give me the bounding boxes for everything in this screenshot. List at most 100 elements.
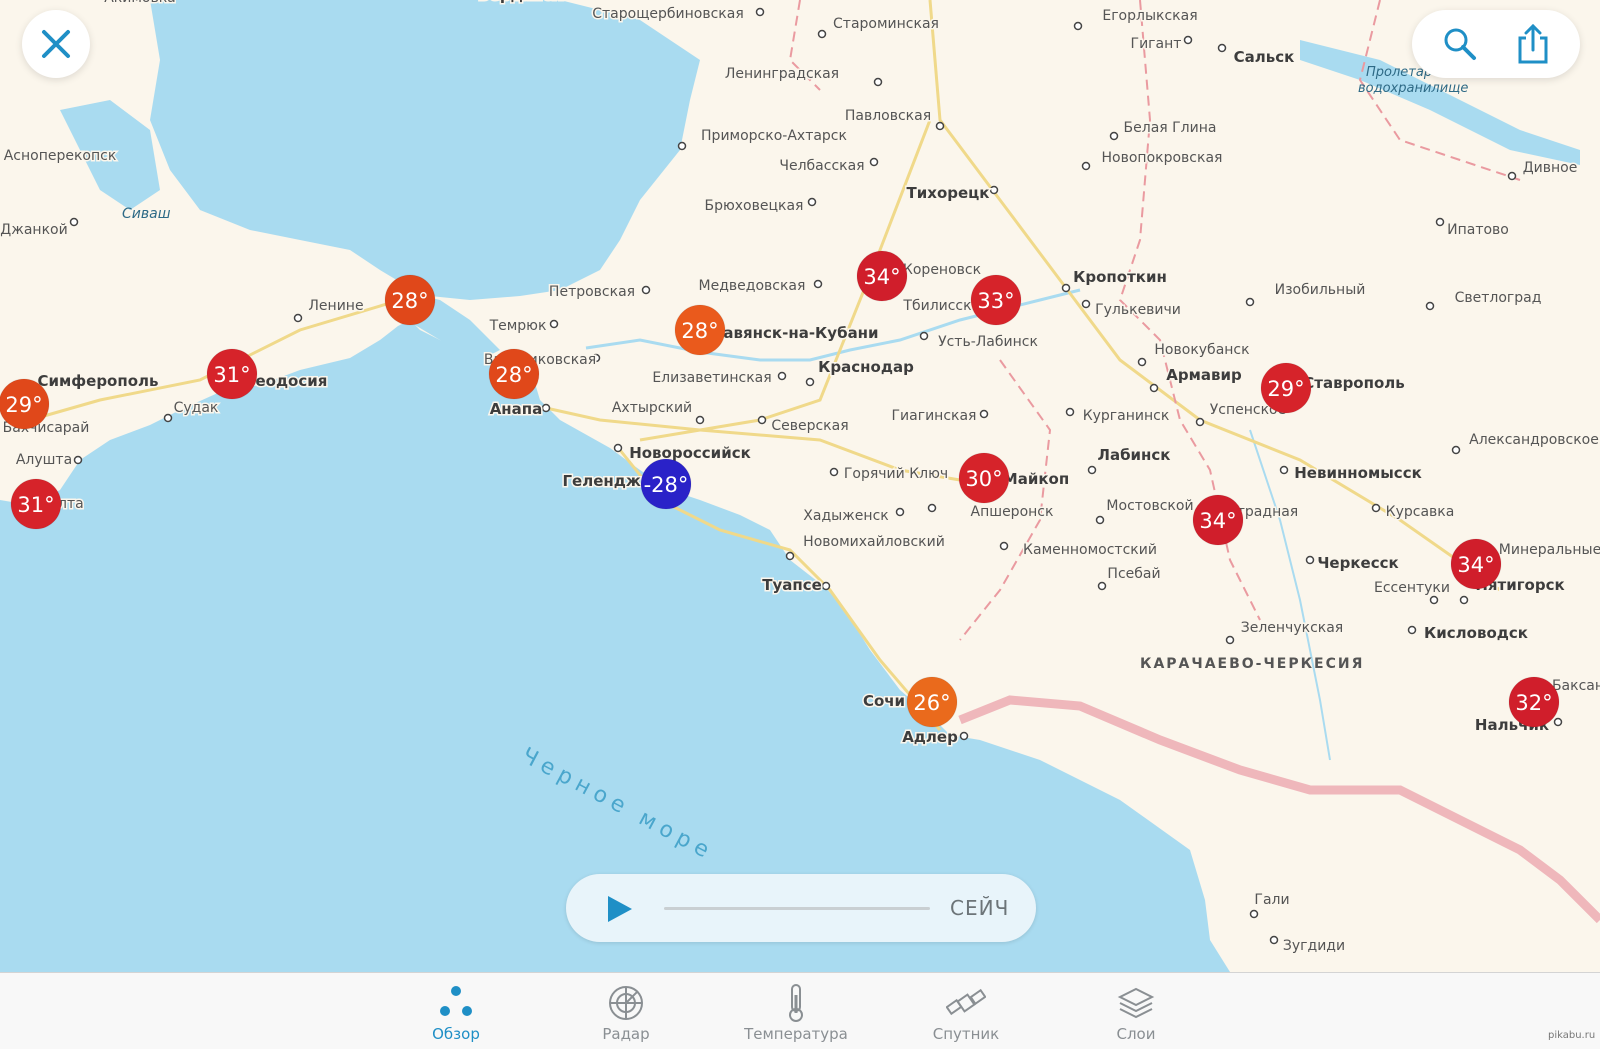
temperature-marker[interactable]: 26° (906, 676, 958, 728)
place-label: Белая Глина (1124, 120, 1217, 136)
place-label: Адлер (902, 728, 958, 746)
place-dot (641, 285, 651, 295)
temperature-marker[interactable]: 28° (488, 348, 540, 400)
close-button[interactable] (22, 10, 90, 78)
place-label: Приморско-Ахтарск (701, 128, 847, 144)
place-label: Сочи (863, 692, 905, 710)
place-label: Акимовка (104, 0, 176, 6)
temperature-marker-label: 32° (1515, 691, 1552, 715)
place-label: Северская (771, 418, 848, 434)
place-dot (613, 443, 623, 453)
place-label: Тихорецк (907, 184, 990, 202)
place-dot (1269, 935, 1279, 945)
place-label: Гали (1254, 892, 1289, 908)
place-label: Ессентуки (1374, 580, 1450, 596)
temperature-marker[interactable]: 34° (1192, 494, 1244, 546)
place-dot (817, 29, 827, 39)
place-dot (895, 507, 905, 517)
share-button[interactable] (1508, 20, 1558, 70)
place-label: Петровская (549, 284, 635, 300)
place-dot (73, 455, 83, 465)
tab-layers[interactable]: Слои (1066, 973, 1206, 1049)
radar-icon (609, 986, 643, 1020)
tab-radar[interactable]: Радар (556, 973, 696, 1049)
tab-overview[interactable]: Обзор (386, 973, 526, 1049)
place-label: Псебай (1107, 566, 1160, 582)
place-dot (989, 185, 999, 195)
temperature-marker[interactable]: 29° (0, 378, 50, 430)
place-dot (927, 503, 937, 513)
temperature-marker[interactable]: 32° (1508, 676, 1560, 728)
place-label: Кропоткин (1073, 268, 1167, 286)
place-dot (1407, 625, 1417, 635)
satellite-icon (946, 988, 986, 1016)
dots-icon (440, 986, 472, 1016)
temperature-marker[interactable]: 33° (970, 274, 1022, 326)
temperature-marker[interactable]: 34° (1450, 538, 1502, 590)
place-label: Ипатово (1447, 222, 1509, 238)
place-label: Краснодар (818, 358, 914, 376)
place-dot (1081, 299, 1091, 309)
place-dot (293, 313, 303, 323)
tab-satellite[interactable]: Спутник (896, 973, 1036, 1049)
place-label: Темрюк (489, 318, 547, 334)
place-dot (1183, 35, 1193, 45)
temperature-marker[interactable]: 34° (856, 250, 908, 302)
search-button[interactable] (1434, 20, 1484, 70)
weather-map[interactable]: Акимовка Бердянск Старощербиновская Староми… (0, 0, 1600, 972)
place-dot (163, 413, 173, 423)
search-icon (1444, 28, 1476, 60)
temperature-marker[interactable]: 30° (958, 452, 1010, 504)
timeline-slider[interactable] (664, 907, 930, 910)
place-label: Изобильный (1275, 282, 1366, 298)
place-dot (1073, 21, 1083, 31)
place-dot (677, 141, 687, 151)
temperature-marker-label: 34° (1199, 509, 1236, 533)
place-dot (1195, 417, 1205, 427)
place-label: Кореновск (903, 262, 981, 278)
place-dot (1137, 357, 1147, 367)
place-dot (807, 197, 817, 207)
place-dot (777, 371, 787, 381)
place-label: Зугдиди (1283, 938, 1345, 954)
temperature-marker[interactable]: 28° (674, 304, 726, 356)
place-label: Ахтырский (612, 400, 692, 416)
temperature-marker-label: 34° (863, 265, 900, 289)
play-icon (608, 896, 632, 922)
temperature-marker[interactable]: 29° (1260, 362, 1312, 414)
place-label: Симферополь (37, 372, 158, 390)
place-label: Туапсе (762, 576, 822, 594)
place-dot (1065, 407, 1075, 417)
temperature-marker-label: 28° (495, 363, 532, 387)
tab-temperature[interactable]: Температура (726, 973, 866, 1049)
place-dot (1081, 161, 1091, 171)
place-label: Елизаветинская (652, 370, 771, 386)
region-label: КАРАЧАЕВО-ЧЕРКЕСИЯ (1140, 656, 1364, 672)
place-dot (959, 731, 969, 741)
temperature-marker[interactable]: -28° (640, 458, 692, 510)
place-label: Минеральные (1499, 542, 1600, 558)
place-label: Медведовская (699, 278, 806, 294)
place-label: Егорлыкская (1102, 8, 1197, 24)
place-label: Аснoперекопск (4, 148, 117, 164)
place-label: Гулькевичи (1095, 302, 1181, 318)
temperature-marker[interactable]: 28° (384, 274, 436, 326)
place-label: Ленине (308, 298, 363, 314)
temperature-marker[interactable]: 31° (206, 348, 258, 400)
temperature-marker[interactable]: 31° (10, 478, 62, 530)
place-dot (869, 157, 879, 167)
tab-bar: Обзор Радар Температура Спутник Слои (0, 972, 1600, 1049)
place-dot (1245, 297, 1255, 307)
place-label: Бердянск (478, 0, 562, 4)
place-dot (999, 541, 1009, 551)
place-label: Хадыженск (803, 508, 888, 524)
place-label: Дивное (1523, 160, 1578, 176)
play-button[interactable] (602, 892, 636, 926)
place-label: Новомихайловский (803, 534, 945, 550)
place-label: Каменномостский (1023, 542, 1157, 558)
place-label: Невинномысск (1294, 464, 1422, 482)
close-icon (42, 30, 70, 58)
now-label: СЕЙЧ (950, 896, 1010, 920)
temperature-marker-label: 29° (5, 393, 42, 417)
place-dot (1279, 465, 1289, 475)
